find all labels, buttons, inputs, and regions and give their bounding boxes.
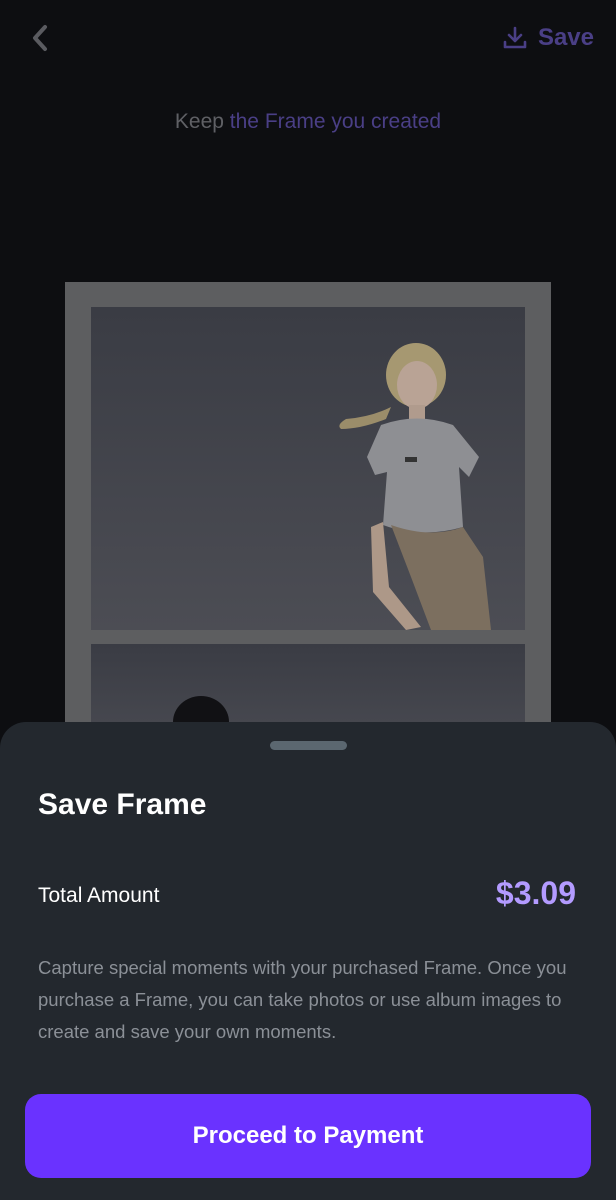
chevron-left-icon (33, 25, 47, 51)
drag-handle[interactable] (270, 741, 347, 750)
save-label: Save (537, 24, 594, 51)
sheet-title: Save Frame (38, 788, 207, 821)
page-subtitle: Keep the Frame you created (0, 110, 616, 134)
total-amount-label: Total Amount (38, 884, 160, 907)
frame-photo-1 (91, 307, 525, 630)
save-button[interactable]: Save (502, 18, 594, 58)
frame-preview (65, 282, 551, 764)
person-photo (339, 343, 491, 630)
total-amount-value: $3.09 (495, 875, 576, 911)
subtitle-accent: the Frame you created (229, 110, 442, 133)
sheet-description: Capture special moments with your purcha… (38, 957, 567, 1042)
bottom-sheet: Save Frame Total Amount $3.09 Capture sp… (0, 722, 616, 1200)
back-button[interactable] (22, 18, 58, 58)
proceed-button-label: Proceed to Payment (192, 1122, 424, 1149)
subtitle-prefix: Keep (174, 110, 224, 133)
proceed-to-payment-button[interactable]: Proceed to Payment (25, 1094, 591, 1178)
download-icon (503, 26, 527, 49)
top-bar: Save (0, 0, 616, 80)
